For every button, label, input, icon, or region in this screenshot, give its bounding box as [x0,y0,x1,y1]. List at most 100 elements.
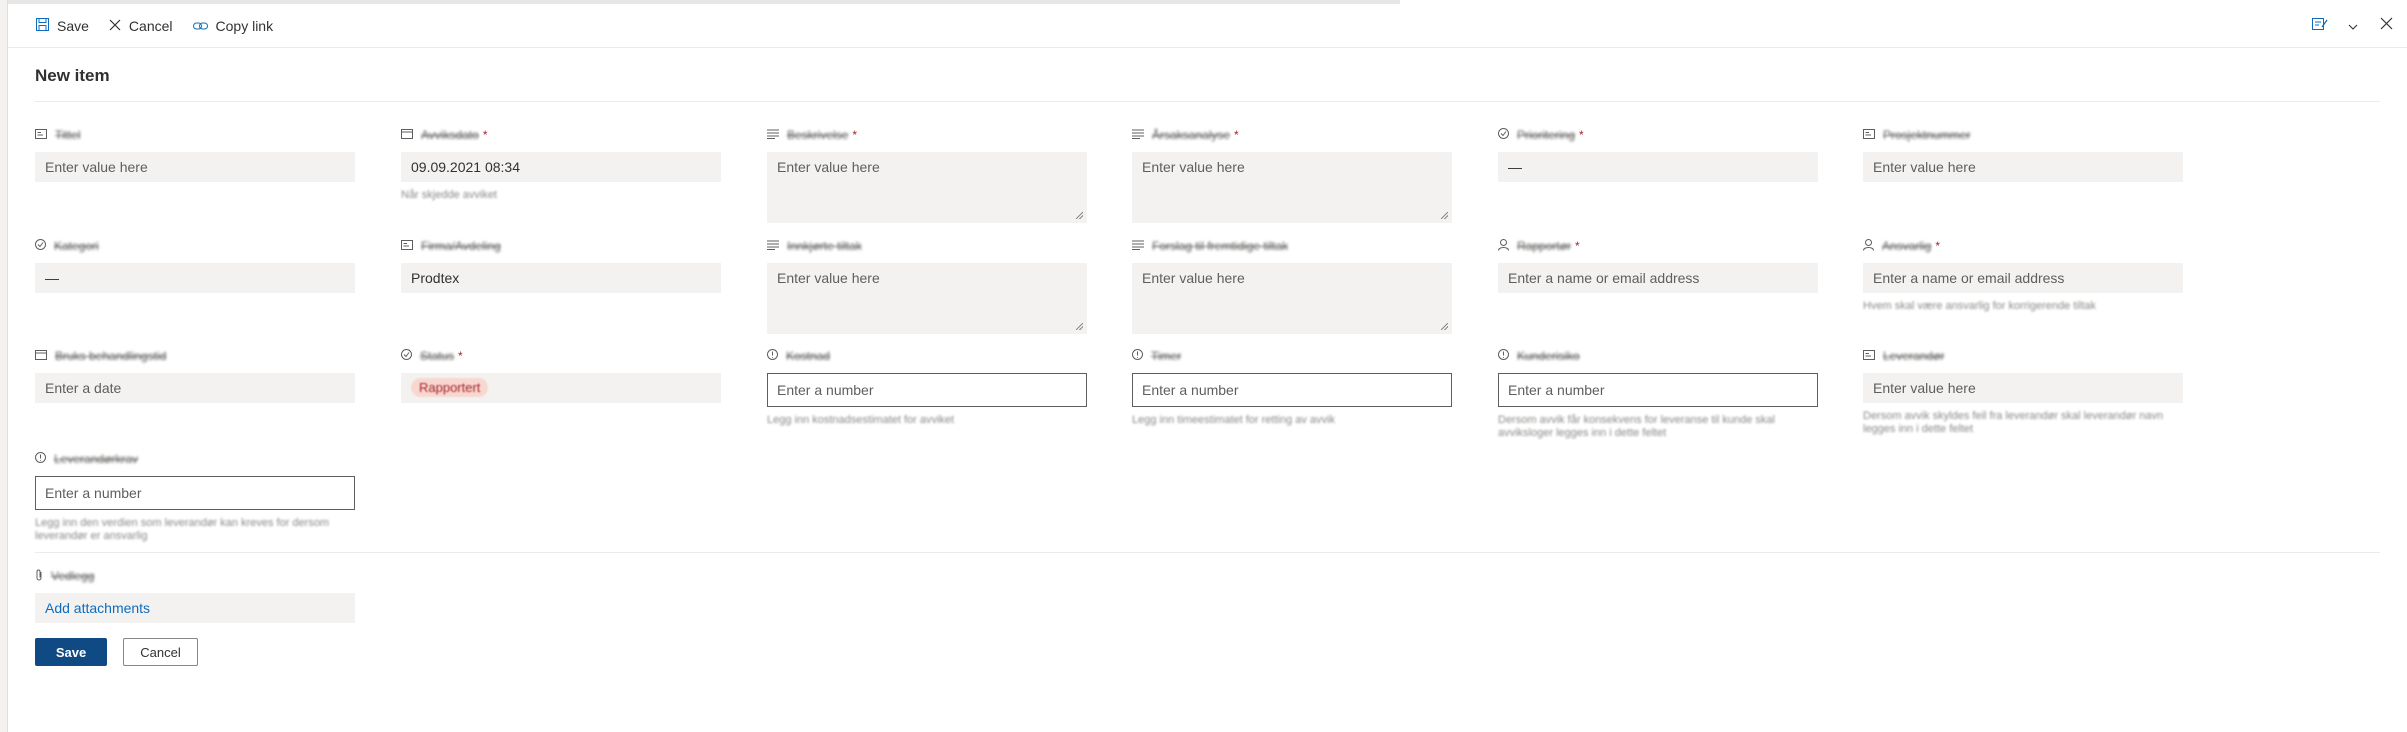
field-label: Prioritering [1517,128,1576,142]
field-kostnad: Kostnad Enter a number Legg inn kostnads… [767,348,1087,427]
field-prosjektnummer: Prosjektnummer Enter value here [1863,127,2183,182]
leverandorkrav-number-input[interactable]: Enter a number [35,476,355,510]
link-icon [192,18,216,34]
info-icon [1498,349,1517,363]
field-label: Rapportør [1517,239,1572,253]
beskrivelse-textarea[interactable]: Enter value here [767,152,1087,223]
timer-number-input[interactable]: Enter a number [1132,373,1452,407]
form-edit-icon [2312,17,2328,36]
multiline-text-icon [1132,239,1152,253]
avviksdato-input[interactable]: 09.09.2021 08:34 [401,152,721,182]
kunderisiko-number-input[interactable]: Enter a number [1498,373,1818,407]
field-label: Timer [1151,349,1182,363]
field-leverandor: Leverandør Enter value here Dersom avvik… [1863,348,2183,436]
tittel-input[interactable]: Enter value here [35,152,355,182]
arsaksanalyse-textarea[interactable]: Enter value here [1132,152,1452,223]
required-marker: * [482,128,488,142]
edit-form-dropdown[interactable] [2348,17,2358,35]
chevron-down-icon [2348,17,2358,35]
leverandor-help: Dersom avvik skyldes feil fra leverandør… [1863,410,2164,435]
save-button[interactable]: Save [35,638,107,666]
field-ansvarlig: Ansvarlig * Enter a name or email address… [1863,238,2183,313]
field-kunderisiko: Kunderisiko Enter a number Dersom avvik … [1498,348,1818,440]
field-label: Prosjektnummer [1883,128,1971,142]
rapportor-people-picker[interactable]: Enter a name or email address [1498,263,1818,293]
bruks-behandlingstid-date-input[interactable]: Enter a date [35,373,355,403]
command-bar: Save Cancel Copy link [8,4,2407,48]
add-attachments-link[interactable]: Add attachments [35,593,355,623]
page-title: New item [35,66,110,85]
close-panel-button[interactable] [2380,17,2393,35]
paperclip-icon [35,569,51,584]
kunderisiko-help: Dersom avvik får konsekvens for leverans… [1498,414,1775,439]
choice-icon [1498,128,1517,142]
kategori-select[interactable]: — [35,263,355,293]
forslag-tiltak-textarea[interactable]: Enter value here [1132,263,1452,334]
calendar-icon [401,128,421,142]
left-page-edge [0,0,8,732]
field-leverandorkrav: Leverandørkrav Enter a number Legg inn d… [35,451,355,543]
info-icon [1132,349,1151,363]
field-timer: Timer Enter a number Legg inn timeestima… [1132,348,1452,427]
kostnad-help: Legg inn kostnadsestimatet for avviket [767,414,955,426]
field-label: Vedlegg [51,569,95,583]
edit-form-button[interactable] [2312,17,2328,36]
required-marker: * [1575,239,1580,253]
field-label: Status [420,349,455,363]
title-divider [35,101,2380,102]
calendar-icon [35,349,55,363]
toolbar-save-button[interactable]: Save [36,17,89,34]
field-forslag-tiltak: Forslag til fremtidige tiltak Enter valu… [1132,238,1452,334]
toolbar-save-label: Save [57,17,89,34]
form-actions: Save Cancel [35,638,198,666]
field-label: Kostnad [786,349,831,363]
multiline-text-icon [767,128,787,142]
field-label: Bruks behandlingstid [55,349,167,363]
field-label: Årsaksanalyse [1152,128,1231,142]
field-rapportor: Rapportør * Enter a name or email address [1498,238,1818,293]
prioritering-select[interactable]: — [1498,152,1818,182]
text-field-icon [401,239,421,253]
choice-icon [401,349,420,363]
firma-avdeling-input[interactable]: Prodtex [401,263,721,293]
kostnad-number-input[interactable]: Enter a number [767,373,1087,407]
field-label: Beskrivelse [787,128,849,142]
field-label: Tittel [55,128,81,142]
field-tittel: Tittel Enter value here [35,127,355,182]
required-marker: * [1935,239,1941,253]
status-badge: Rapportert [411,378,489,397]
field-vedlegg: Vedlegg Add attachments [35,568,355,623]
required-marker: * [458,349,463,363]
field-label: Kategori [54,239,99,253]
required-marker: * [1234,128,1239,142]
info-icon [35,452,54,466]
close-icon [109,18,129,34]
field-innkjorte-tiltak: Innkjørte tiltak Enter value here [767,238,1087,334]
prosjektnummer-input[interactable]: Enter value here [1863,152,2183,182]
field-label: Innkjørte tiltak [787,239,862,253]
field-beskrivelse: Beskrivelse * Enter value here [767,127,1087,223]
text-field-icon [1863,349,1883,363]
required-marker: * [852,128,858,142]
innkjorte-tiltak-textarea[interactable]: Enter value here [767,263,1087,334]
field-label: Leverandørkrav [54,452,139,466]
field-kategori: Kategori — [35,238,355,293]
choice-icon [35,239,54,253]
person-icon [1498,238,1517,254]
required-marker: * [1579,128,1584,142]
field-label: Forslag til fremtidige tiltak [1152,239,1289,253]
status-select[interactable]: Rapportert [401,373,721,403]
field-avviksdato: Avviksdato * 09.09.2021 08:34 Når skjedde… [401,127,721,202]
leverandorkrav-help: Legg inn den verdien som leverandør kan … [35,517,330,542]
field-status: Status * Rapportert [401,348,721,403]
toolbar-cancel-button[interactable]: Cancel [109,18,173,34]
cancel-button[interactable]: Cancel [123,638,198,666]
field-label: Ansvarlig [1882,239,1932,253]
ansvarlig-people-picker[interactable]: Enter a name or email address [1863,263,2183,293]
close-panel-icon [2380,17,2393,35]
info-icon [767,349,786,363]
toolbar-copy-link-button[interactable]: Copy link [192,17,274,34]
toolbar-copy-link-label: Copy link [215,17,274,34]
leverandor-input[interactable]: Enter value here [1863,373,2183,403]
field-bruks-behandlingstid: Bruks behandlingstid Enter a date [35,348,355,403]
